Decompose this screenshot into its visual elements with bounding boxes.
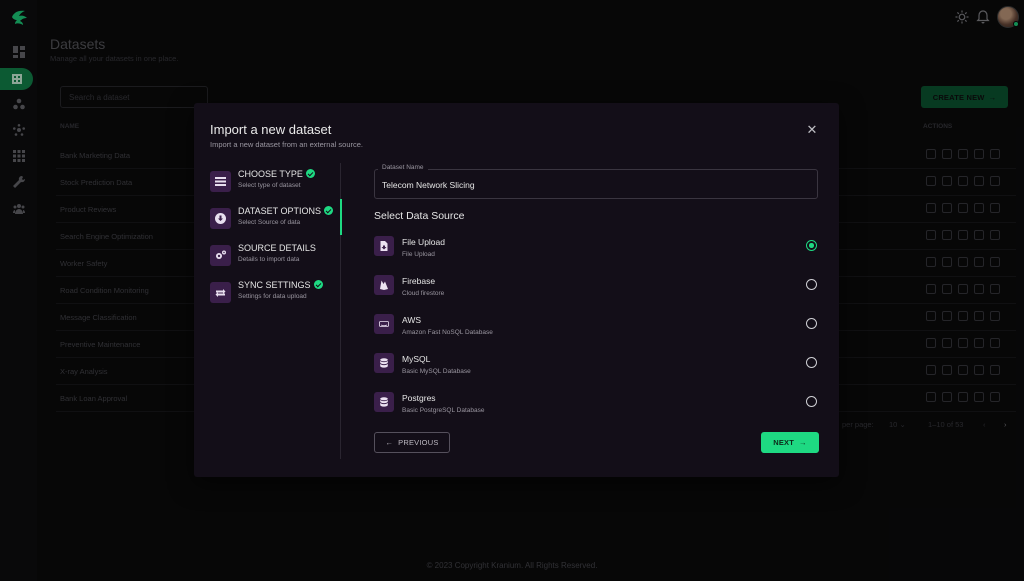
source-radio[interactable] [806, 396, 817, 407]
next-label: NEXT [773, 438, 795, 447]
source-radio[interactable] [806, 357, 817, 368]
source-description: Basic PostgreSQL Database [402, 407, 485, 414]
dataset-name-value[interactable]: Telecom Network Slicing [382, 180, 475, 190]
database-icon [374, 353, 394, 373]
import-dataset-modal: Import a new dataset Import a new datase… [194, 103, 839, 477]
source-option-aws[interactable]: AWS Amazon Fast NoSQL Database [374, 314, 820, 344]
source-description: Basic MySQL Database [402, 368, 471, 375]
check-circle-icon [313, 280, 323, 289]
source-title: Postgres [402, 393, 436, 403]
dataset-name-label: Dataset Name [378, 164, 428, 171]
step-dataset-options[interactable]: DATASET OPTIONS Select Source of data [210, 206, 338, 234]
source-description: File Upload [402, 251, 435, 258]
active-step-indicator [340, 199, 342, 235]
source-description: Cloud firestore [402, 290, 445, 297]
previous-button[interactable]: ← PREVIOUS [374, 432, 450, 453]
arrow-left-icon: ← [385, 438, 394, 447]
source-title: MySQL [402, 354, 431, 364]
step-label: DATASET OPTIONS [238, 206, 334, 216]
step-source-details[interactable]: SOURCE DETAILS Details to import data [210, 243, 338, 271]
source-title: AWS [402, 315, 422, 325]
file-icon [374, 236, 394, 256]
previous-label: PREVIOUS [398, 438, 439, 447]
settings-icon [210, 245, 231, 266]
source-option-firebase[interactable]: Firebase Cloud firestore [374, 275, 820, 305]
step-sync-settings[interactable]: SYNC SETTINGS Settings for data upload [210, 280, 338, 308]
step-label: SYNC SETTINGS [238, 280, 323, 290]
modal-subtitle: Import a new dataset from an external so… [210, 140, 363, 149]
step-description: Settings for data upload [238, 293, 307, 300]
source-radio[interactable] [806, 318, 817, 329]
source-radio[interactable] [806, 240, 817, 251]
close-icon[interactable]: ✕ [806, 123, 818, 136]
source-radio[interactable] [806, 279, 817, 290]
check-circle-icon [305, 169, 315, 178]
firebase-icon [374, 275, 394, 295]
next-button[interactable]: NEXT → [761, 432, 819, 453]
aws-icon [374, 314, 394, 334]
source-option-mysql[interactable]: MySQL Basic MySQL Database [374, 353, 820, 383]
step-description: Select Source of data [238, 219, 301, 226]
step-choose-type[interactable]: CHOOSE TYPE Select type of dataset [210, 169, 338, 197]
source-title: File Upload [402, 237, 445, 247]
data-source-heading: Select Data Source [374, 210, 465, 222]
list-icon [210, 171, 231, 192]
step-label: CHOOSE TYPE [238, 169, 315, 179]
source-title: Firebase [402, 276, 436, 286]
source-option-postgres[interactable]: Postgres Basic PostgreSQL Database [374, 392, 820, 422]
step-label: SOURCE DETAILS [238, 243, 316, 253]
step-description: Details to import data [238, 256, 300, 263]
check-circle-icon [324, 206, 334, 215]
arrow-right-icon: → [799, 438, 807, 447]
sync-icon [210, 282, 231, 303]
source-option-file-upload[interactable]: File Upload File Upload [374, 236, 820, 266]
source-description: Amazon Fast NoSQL Database [402, 329, 493, 336]
step-description: Select type of dataset [238, 182, 301, 189]
modal-title: Import a new dataset [210, 122, 332, 137]
database-icon [374, 392, 394, 412]
download-icon [210, 208, 231, 229]
